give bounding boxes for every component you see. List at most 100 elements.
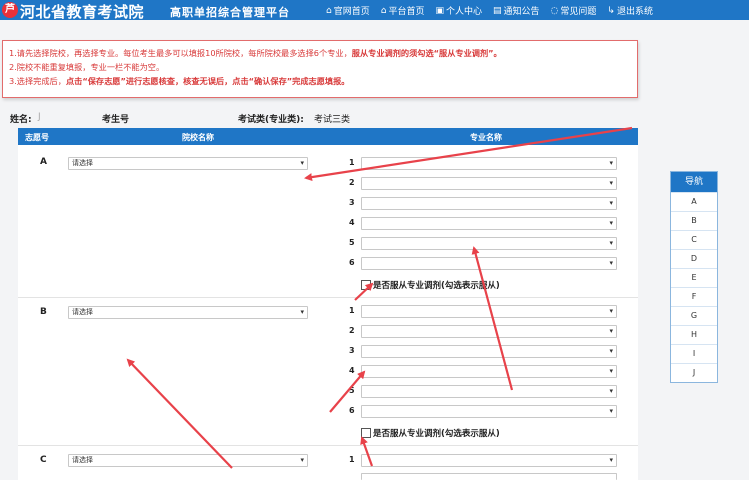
nav-label: 平台首页: [388, 7, 425, 17]
chevron-down-icon: ▾: [609, 347, 613, 355]
name-label: 姓名:: [10, 115, 32, 125]
col-major-name: 专业名称: [470, 133, 502, 142]
chevron-down-icon: ▾: [609, 307, 613, 315]
adjust-checkbox-row-a[interactable]: 是否服从专业调剂(勾选表示服从): [361, 279, 500, 291]
nav-platform-home[interactable]: ⌂ 平台首页: [380, 4, 425, 18]
top-nav: ⌂ 官网首页 ⌂ 平台首页 ▣ 个人中心 ▤ 通知公告 ◌ 常见问题 ↳ 退出系…: [326, 4, 653, 18]
major-select-b4[interactable]: ▾: [361, 365, 617, 378]
row-label-c: C: [40, 455, 47, 465]
table-header: 志愿号 院校名称 专业名称: [18, 128, 638, 145]
chevron-down-icon: ▾: [609, 219, 613, 227]
col-volunteer-no: 志愿号: [25, 133, 49, 142]
major-number: 1: [349, 455, 355, 464]
school-select-a[interactable]: 请选择 ▾: [68, 157, 308, 170]
chevron-down-icon: ▾: [300, 456, 304, 464]
logo-icon: 芦: [2, 2, 18, 18]
home-icon: ⌂: [326, 5, 332, 16]
major-number: 2: [349, 326, 355, 335]
major-number: 4: [349, 218, 355, 227]
school-select-b[interactable]: 请选择 ▾: [68, 306, 308, 319]
major-number: 3: [349, 346, 355, 355]
school-select-c[interactable]: 请选择 ▾: [68, 454, 308, 467]
nav-label: 通知公告: [503, 7, 540, 17]
nav-logout[interactable]: ↳ 退出系统: [607, 4, 653, 18]
side-nav-item-i[interactable]: I: [671, 344, 717, 363]
chevron-down-icon: ▾: [609, 367, 613, 375]
checkbox[interactable]: [361, 280, 371, 290]
major-select-b5[interactable]: ▾: [361, 385, 617, 398]
major-number: 4: [349, 366, 355, 375]
chevron-down-icon: ▾: [609, 159, 613, 167]
side-nav-item-f[interactable]: F: [671, 287, 717, 306]
major-select-c1[interactable]: ▾: [361, 454, 617, 467]
nav-label: 个人中心: [445, 7, 482, 17]
major-select-c2[interactable]: [361, 473, 617, 480]
major-select-a6[interactable]: ▾: [361, 257, 617, 270]
major-number: 6: [349, 406, 355, 415]
major-number: 1: [349, 158, 355, 167]
major-select-a3[interactable]: ▾: [361, 197, 617, 210]
side-nav-item-a[interactable]: A: [671, 192, 717, 211]
side-nav-item-h[interactable]: H: [671, 325, 717, 344]
major-number: 3: [349, 198, 355, 207]
side-nav-item-j[interactable]: J: [671, 363, 717, 382]
notice-line-1: 1.请先选择院校，再选择专业。每位考生最多可以填报10所院校，每所院校最多选择6…: [9, 48, 502, 58]
row-divider: [18, 297, 638, 298]
chevron-down-icon: ▾: [609, 179, 613, 187]
side-nav-item-b[interactable]: B: [671, 211, 717, 230]
category-value: 考试三类: [314, 115, 351, 125]
nav-notice[interactable]: ▤ 通知公告: [493, 4, 540, 18]
adjust-checkbox-row-b[interactable]: 是否服从专业调剂(勾选表示服从): [361, 427, 500, 439]
chevron-down-icon: ▾: [609, 199, 613, 207]
exam-number-label: 考生号: [102, 115, 130, 125]
major-select-a5[interactable]: ▾: [361, 237, 617, 250]
side-navigation: 导航 A B C D E F G H I J: [670, 171, 718, 383]
side-nav-title: 导航: [671, 172, 717, 192]
nav-personal-center[interactable]: ▣ 个人中心: [435, 4, 482, 18]
side-nav-item-c[interactable]: C: [671, 230, 717, 249]
major-number: 5: [349, 238, 355, 247]
nav-faq[interactable]: ◌ 常见问题: [550, 4, 597, 18]
site-subtitle: 高职单招综合管理平台: [170, 6, 290, 19]
chevron-down-icon: ▾: [609, 407, 613, 415]
chevron-down-icon: ▾: [609, 239, 613, 247]
home-icon: ⌂: [380, 5, 387, 16]
chat-bubble-icon: ◌: [550, 5, 559, 16]
major-select-b6[interactable]: ▾: [361, 405, 617, 418]
chevron-down-icon: ▾: [609, 259, 613, 267]
col-school-name: 院校名称: [182, 133, 214, 142]
chevron-down-icon: ▾: [300, 159, 304, 167]
chevron-down-icon: ▾: [300, 308, 304, 316]
chevron-down-icon: ▾: [609, 456, 613, 464]
nav-label: 退出系统: [616, 7, 653, 17]
category-label: 考试类(专业类):: [238, 115, 304, 125]
major-number: 5: [349, 386, 355, 395]
side-nav-item-e[interactable]: E: [671, 268, 717, 287]
major-select-a1[interactable]: ▾: [361, 157, 617, 170]
major-select-b2[interactable]: ▾: [361, 325, 617, 338]
logout-icon: ↳: [607, 5, 615, 16]
nav-label: 常见问题: [560, 7, 597, 17]
side-nav-item-g[interactable]: G: [671, 306, 717, 325]
document-icon: ▤: [493, 5, 502, 16]
side-nav-item-d[interactable]: D: [671, 249, 717, 268]
volunteer-table: 志愿号 院校名称 专业名称 A 请选择 ▾ 1 ▾ 2 ▾ 3 ▾ 4 ▾ 5 ▾…: [18, 128, 638, 480]
instruction-notice: 1.请先选择院校，再选择专业。每位考生最多可以填报10所院校，每所院校最多选择6…: [2, 40, 638, 98]
major-select-a2[interactable]: ▾: [361, 177, 617, 190]
major-select-b3[interactable]: ▾: [361, 345, 617, 358]
nav-label: 官网首页: [333, 7, 370, 17]
major-number: 2: [349, 178, 355, 187]
major-select-b1[interactable]: ▾: [361, 305, 617, 318]
row-label-b: B: [40, 307, 47, 317]
nav-official-home[interactable]: ⌂ 官网首页: [326, 4, 370, 18]
notice-line-2: 2.院校不能重复填报，专业一栏不能为空。: [9, 62, 165, 72]
major-select-a4[interactable]: ▾: [361, 217, 617, 230]
chevron-down-icon: ▾: [609, 387, 613, 395]
major-number: 6: [349, 258, 355, 267]
top-header: 芦 河北省教育考试院 高职单招综合管理平台 ⌂ 官网首页 ⌂ 平台首页 ▣ 个人…: [0, 0, 749, 21]
notice-line-3: 3.选择完成后，点击“保存志愿”进行志愿核查，核查无误后，点击“确认保存”完成志…: [9, 76, 350, 86]
major-number: 1: [349, 306, 355, 315]
row-divider: [18, 445, 638, 446]
checkbox[interactable]: [361, 428, 371, 438]
chevron-down-icon: ▾: [609, 327, 613, 335]
